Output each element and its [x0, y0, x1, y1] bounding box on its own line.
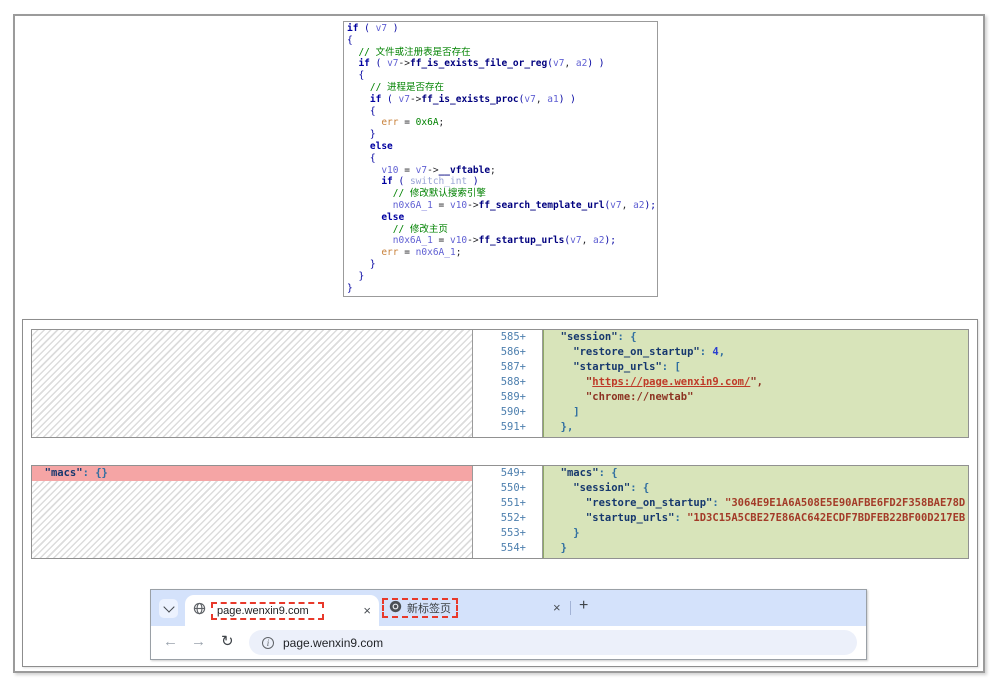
- line: }: [548, 541, 968, 556]
- line: // 修改默认搜索引擎: [347, 188, 657, 200]
- line: 589+: [473, 390, 542, 405]
- line: }: [347, 129, 657, 141]
- line: err = 0x6A;: [347, 117, 657, 129]
- line: 549+: [473, 466, 542, 481]
- line: n0x6A_1 = v10->ff_startup_urls(v7, a2);: [347, 235, 657, 247]
- diff2-left-pane: "macs": {}: [32, 466, 473, 558]
- line: 553+: [473, 526, 542, 541]
- line: "https://page.wenxin9.com/",: [548, 375, 968, 390]
- diff-panel-session: 585+586+587+588+589+590+591+ "session": …: [31, 329, 969, 438]
- line: 586+: [473, 345, 542, 360]
- line: 550+: [473, 481, 542, 496]
- line: "macs": {}: [32, 466, 472, 481]
- line: err = n0x6A_1;: [347, 247, 657, 259]
- tab-search-button[interactable]: [159, 599, 178, 618]
- line: ]: [548, 405, 968, 420]
- line: if ( switch_int ): [347, 176, 657, 188]
- line: 590+: [473, 405, 542, 420]
- line: 585+: [473, 330, 542, 345]
- line: "session": {: [548, 330, 968, 345]
- line: "startup_urls": "1D3C15A5CBE27E86AC642EC…: [548, 511, 968, 526]
- line: {: [347, 35, 657, 47]
- forward-button[interactable]: →: [191, 632, 206, 652]
- diff1-added-content: "session": { "restore_on_startup": 4, "s…: [543, 330, 968, 437]
- line: 554+: [473, 541, 542, 556]
- line: v10 = v7->__vftable;: [347, 165, 657, 177]
- diff1-line-numbers: 585+586+587+588+589+590+591+: [473, 330, 543, 437]
- line: }: [548, 526, 968, 541]
- active-tab-label: page.wenxin9.com: [217, 605, 309, 617]
- section-frame: 585+586+587+588+589+590+591+ "session": …: [22, 319, 978, 667]
- annotation-box-active-tab: page.wenxin9.com: [211, 602, 324, 620]
- back-button[interactable]: ←: [163, 632, 178, 652]
- line: // 文件或注册表是否存在: [347, 47, 657, 59]
- diff1-empty-hatch: [32, 330, 472, 437]
- line: "restore_on_startup": "3064E9E1A6A508E5E…: [548, 496, 968, 511]
- browser-screenshot: page.wenxin9.com × 新标签页 × + ← → ↻: [150, 589, 867, 660]
- line: else: [347, 212, 657, 224]
- line: if ( v7 ): [347, 23, 657, 35]
- browser-tabstrip: page.wenxin9.com × 新标签页 × +: [151, 590, 866, 626]
- diff-panel-macs: "macs": {} 549+550+551+552+553+554+ "mac…: [31, 465, 969, 559]
- line: "chrome://newtab": [548, 390, 968, 405]
- line: if ( v7->ff_is_exists_file_or_reg(v7, a2…: [347, 58, 657, 70]
- close-tab-icon[interactable]: ×: [553, 601, 561, 614]
- diff1-left-pane: [32, 330, 473, 437]
- address-bar-url: page.wenxin9.com: [283, 636, 383, 650]
- chrome-logo-icon: [389, 600, 402, 616]
- browser-toolbar: ← → ↻ i page.wenxin9.com: [151, 626, 866, 659]
- line: 551+: [473, 496, 542, 511]
- page-info-icon[interactable]: i: [262, 637, 274, 649]
- diff2-removed-line: "macs": {}: [32, 466, 472, 481]
- close-tab-icon[interactable]: ×: [363, 604, 371, 617]
- new-tab-button[interactable]: +: [579, 597, 588, 615]
- decompiled-code-panel: if ( v7 ){ // 文件或注册表是否存在 if ( v7->ff_is_…: [343, 21, 658, 297]
- screenshot-canvas: if ( v7 ){ // 文件或注册表是否存在 if ( v7->ff_is_…: [0, 0, 1000, 689]
- line: }: [347, 259, 657, 271]
- line: "startup_urls": [: [548, 360, 968, 375]
- newtab-tab-label[interactable]: 新标签页: [407, 600, 451, 616]
- diff2-added-content: "macs": { "session": { "restore_on_start…: [543, 466, 968, 558]
- line: if ( v7->ff_is_exists_proc(v7, a1) ): [347, 94, 657, 106]
- tab-page-wenxin9[interactable]: page.wenxin9.com ×: [185, 595, 379, 626]
- line: n0x6A_1 = v10->ff_search_template_url(v7…: [347, 200, 657, 212]
- chevron-down-icon: [163, 601, 174, 612]
- code-lines: if ( v7 ){ // 文件或注册表是否存在 if ( v7->ff_is_…: [344, 22, 657, 294]
- line: "session": {: [548, 481, 968, 496]
- line: // 修改主页: [347, 224, 657, 236]
- globe-icon: [193, 602, 206, 620]
- line: 588+: [473, 375, 542, 390]
- line: {: [347, 70, 657, 82]
- line: {: [347, 153, 657, 165]
- line: "macs": {: [548, 466, 968, 481]
- line: }: [347, 271, 657, 283]
- line: else: [347, 141, 657, 153]
- line: 591+: [473, 420, 542, 435]
- line: {: [347, 106, 657, 118]
- line: },: [548, 420, 968, 435]
- annotation-box-newtab: 新标签页: [382, 598, 458, 618]
- line: "restore_on_startup": 4,: [548, 345, 968, 360]
- tab-divider: [570, 601, 571, 615]
- reload-button[interactable]: ↻: [221, 632, 234, 652]
- line: // 进程是否存在: [347, 82, 657, 94]
- line: 552+: [473, 511, 542, 526]
- diff2-empty-hatch: [32, 481, 472, 558]
- address-bar[interactable]: i page.wenxin9.com: [249, 630, 857, 655]
- line: 587+: [473, 360, 542, 375]
- diff2-line-numbers: 549+550+551+552+553+554+: [473, 466, 543, 558]
- line: }: [347, 283, 657, 295]
